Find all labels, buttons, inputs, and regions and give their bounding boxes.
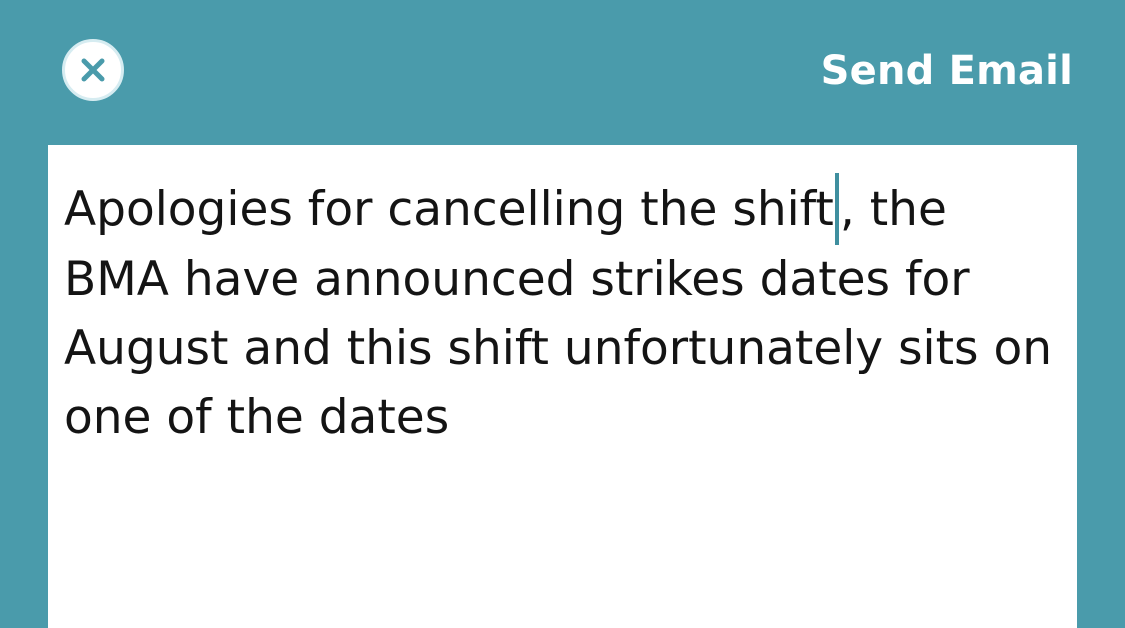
email-body-text[interactable]: Apologies for cancelling the shift, the … [64,173,1061,452]
text-cursor [834,173,839,245]
email-body-editor[interactable]: Apologies for cancelling the shift, the … [48,145,1077,628]
text-before-caret: Apologies for cancelling the shift [64,182,834,237]
close-icon [79,56,107,84]
top-bar: Send Email [0,0,1125,145]
send-email-button[interactable]: Send Email [821,44,1073,98]
close-button[interactable] [62,39,124,101]
